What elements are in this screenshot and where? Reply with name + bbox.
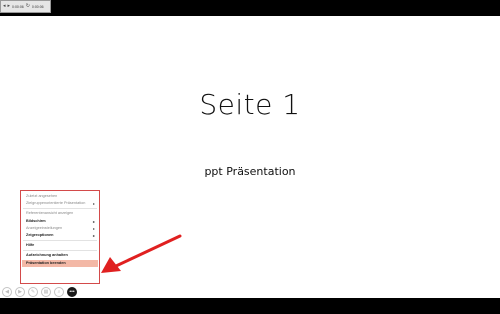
menu-item-presenter-view[interactable]: Referentenansicht anzeigen xyxy=(21,210,99,217)
menu-item-screen[interactable]: Bildschirm ▸ xyxy=(21,218,99,225)
zoom-button[interactable]: ⌕ xyxy=(54,287,64,297)
menu-separator xyxy=(23,208,97,210)
slideshow-controls: ◀ ▶ ✎ ▦ ⌕ ••• xyxy=(2,287,77,297)
menu-item-end-show[interactable]: Präsentation beenden xyxy=(22,259,98,267)
menu-separator xyxy=(23,250,97,252)
menu-item-label: Zeigeroptionen xyxy=(26,232,54,237)
next-icon[interactable]: ▸ xyxy=(8,4,11,9)
menu-item-custom-show[interactable]: Zielgruppenorientierte Präsentation ▸ xyxy=(21,200,99,207)
menu-item-pointer-options[interactable]: Zeigeroptionen ▸ xyxy=(21,232,99,239)
menu-item-label: Anzeigeeinstellungen xyxy=(26,225,63,230)
menu-separator xyxy=(23,240,97,242)
slideshow-context-menu: Zuletzt angesehen Zielgruppenorientierte… xyxy=(20,190,100,284)
menu-item-pause-recording[interactable]: Aufzeichnung anhalten xyxy=(21,252,99,259)
menu-item-label: Zielgruppenorientierte Präsentation xyxy=(26,201,86,206)
prev-icon[interactable]: ◂ xyxy=(3,4,6,9)
more-options-button[interactable]: ••• xyxy=(67,287,77,297)
menu-item-label: Aufzeichnung anhalten xyxy=(26,253,68,258)
all-slides-button[interactable]: ▦ xyxy=(41,287,51,297)
top-letterbox xyxy=(0,0,500,16)
bottom-letterbox xyxy=(0,298,500,314)
next-button[interactable]: ▶ xyxy=(15,287,25,297)
submenu-arrow-icon: ▸ xyxy=(92,201,95,207)
menu-item-label: Zuletzt angesehen xyxy=(26,194,58,198)
reset-icon[interactable]: ↻ xyxy=(26,4,30,9)
previous-button[interactable]: ◀ xyxy=(2,287,12,297)
submenu-arrow-icon: ▸ xyxy=(92,232,95,238)
menu-item-label: Hilfe xyxy=(26,243,35,248)
menu-item-display-settings[interactable]: Anzeigeeinstellungen ▸ xyxy=(21,225,99,232)
submenu-arrow-icon: ▸ xyxy=(92,225,95,231)
slide-title: Seite 1 xyxy=(199,88,301,121)
slide-subtitle: ppt Präsentation xyxy=(204,165,296,178)
clock-label: 0:00:06 xyxy=(31,4,44,9)
menu-item-label: Bildschirm xyxy=(26,218,46,223)
pen-tool-button[interactable]: ✎ xyxy=(28,287,38,297)
menu-item-help[interactable]: Hilfe xyxy=(21,242,99,249)
menu-item-label: Referentenansicht anzeigen xyxy=(26,211,74,216)
timer-label: 0:00:06 xyxy=(12,4,24,9)
menu-item-label: Präsentation beenden xyxy=(26,260,66,265)
presenter-mini-toolbar: ◂ ▸ 0:00:06 ↻ 0:00:06 xyxy=(0,0,51,13)
menu-item-last-viewed[interactable]: Zuletzt angesehen xyxy=(21,193,99,200)
submenu-arrow-icon: ▸ xyxy=(92,218,95,224)
